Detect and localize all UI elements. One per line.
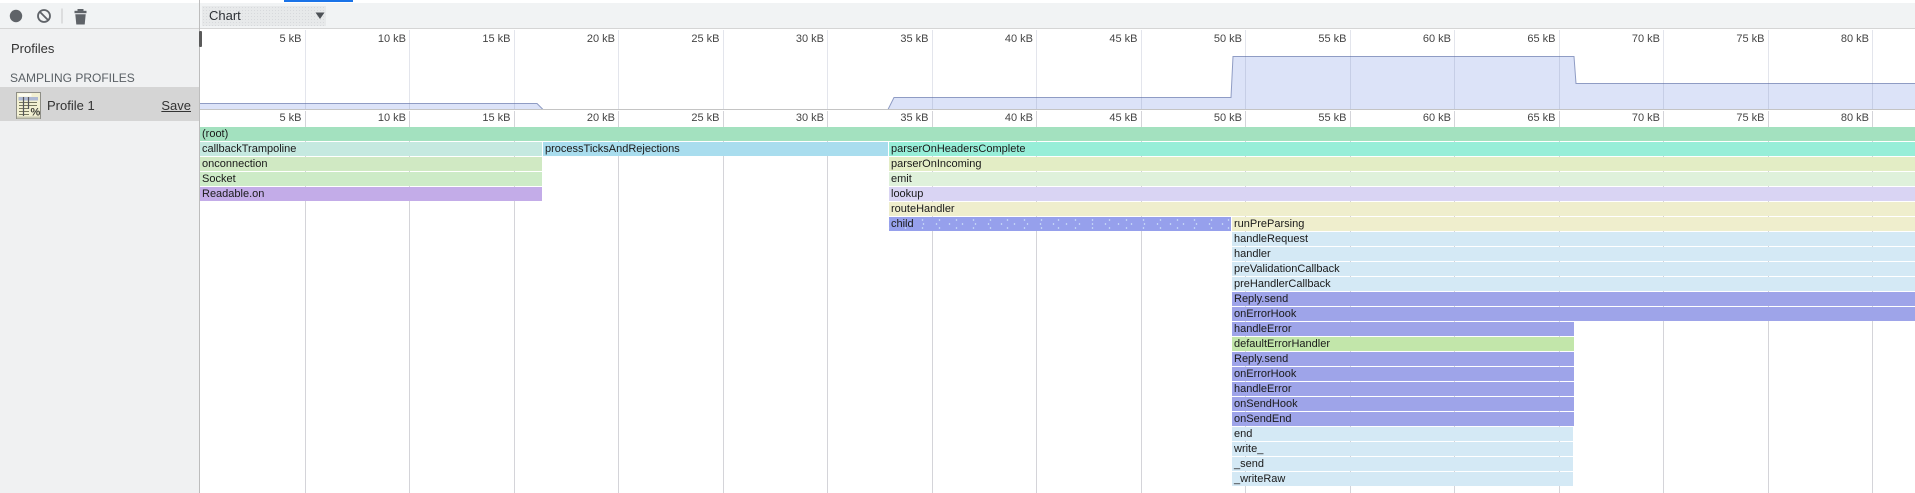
svg-text:%: %: [31, 107, 41, 119]
